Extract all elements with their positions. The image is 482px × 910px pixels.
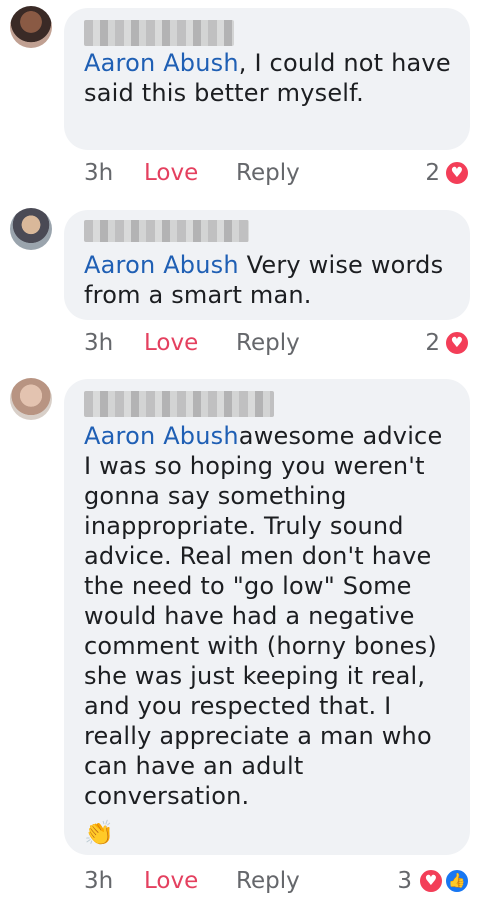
timestamp[interactable]: 3h [84,328,113,358]
heart-icon[interactable]: ♥ [444,330,470,356]
reply-button[interactable]: Reply [236,158,300,188]
commenter-name-blurred[interactable] [84,391,274,417]
like-icon[interactable]: 👍 [444,868,470,894]
heart-icon[interactable]: ♥ [444,160,470,186]
comment-bubble: Aaron Abush Very wise words from a smart… [64,210,470,320]
clapping-hands-emoji: 👏 [84,819,114,847]
comment-bubble: Aaron Abush, I could not have said this … [64,8,470,150]
comment-bubble: Aaron Abushawesome advice I was so hopin… [64,379,470,855]
love-button[interactable]: Love [144,328,198,358]
timestamp[interactable]: 3h [84,866,113,896]
commenter-avatar[interactable] [10,378,52,420]
comment-text: Aaron Abush, I could not have said this … [84,48,456,108]
comment-actions: 3h Love Reply 2 ♥ [84,158,474,188]
comment-actions: 3h Love Reply 3 ♥ 👍 [84,866,474,896]
commenter-name-blurred[interactable] [84,220,249,242]
heart-icon[interactable]: ♥ [418,868,444,894]
mention-link[interactable]: Aaron Abush [84,49,239,77]
reaction-count[interactable]: 2 [425,328,440,358]
mention-link[interactable]: Aaron Abush [84,422,239,450]
commenter-name-blurred[interactable] [84,20,234,46]
reaction-count[interactable]: 3 [397,866,412,896]
reaction-count[interactable]: 2 [425,158,440,188]
comment-text: Aaron Abushawesome advice I was so hopin… [84,421,456,811]
love-button[interactable]: Love [144,866,198,896]
love-button[interactable]: Love [144,158,198,188]
commenter-avatar[interactable] [10,208,52,250]
comment-body: awesome advice I was so hoping you weren… [84,422,443,810]
timestamp[interactable]: 3h [84,158,113,188]
mention-link[interactable]: Aaron Abush [84,251,239,279]
reply-button[interactable]: Reply [236,866,300,896]
comment-actions: 3h Love Reply 2 ♥ [84,328,474,358]
reply-button[interactable]: Reply [236,328,300,358]
comment-text: Aaron Abush Very wise words from a smart… [84,250,456,310]
commenter-avatar[interactable] [10,6,52,48]
